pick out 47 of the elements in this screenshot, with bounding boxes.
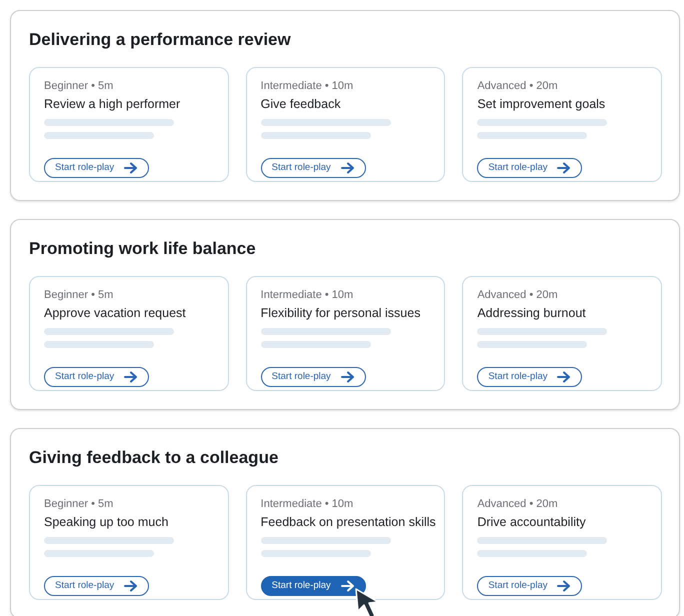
start-role-play-button[interactable]: Start role-play	[260, 576, 366, 596]
level-duration: Intermediate • 10m	[260, 288, 354, 302]
level-duration: Beginner • 5m	[44, 497, 114, 511]
role-play-card[interactable]: Beginner • 5m Review a high performer Start role-play	[29, 67, 229, 182]
start-role-play-button[interactable]: Start role-play	[44, 366, 150, 386]
level-duration: Beginner • 5m	[44, 79, 114, 93]
level-duration: Advanced • 20m	[477, 288, 559, 302]
start-role-play-button[interactable]: Start role-play	[477, 158, 582, 178]
level-duration: Intermediate • 10m	[260, 79, 354, 93]
arrow-right-icon	[340, 370, 355, 382]
card-title: Flexibility for personal issues	[260, 305, 422, 322]
arrow-right-icon	[557, 162, 572, 174]
arrow-right-icon	[340, 162, 355, 174]
start-role-play-button[interactable]: Start role-play	[260, 366, 366, 386]
section-title: Delivering a performance review	[29, 29, 292, 51]
start-role-play-button[interactable]: Start role-play	[260, 158, 366, 178]
card-title: Set improvement goals	[477, 96, 606, 113]
arrow-right-icon	[557, 580, 572, 592]
card-title: Feedback on presentation skills	[260, 514, 436, 531]
level-duration: Beginner • 5m	[44, 288, 114, 302]
role-play-card[interactable]: Advanced • 20m Drive accountability Start role-play	[462, 485, 662, 600]
role-play-card[interactable]: Intermediate • 10m Flexibility for personal issues Start role-play	[246, 276, 446, 391]
start-role-play-button[interactable]: Start role-play	[477, 576, 582, 596]
role-play-card[interactable]: Beginner • 5m Speaking up too much Start role-play	[29, 485, 229, 600]
arrow-right-icon	[557, 370, 572, 382]
section-title: Promoting work life balance	[29, 238, 257, 260]
level-duration: Advanced • 20m	[477, 79, 559, 93]
start-role-play-button[interactable]: Start role-play	[44, 158, 150, 178]
arrow-right-icon	[124, 580, 138, 592]
level-duration: Intermediate • 10m	[260, 497, 354, 511]
arrow-right-icon	[340, 580, 355, 592]
card-title: Approve vacation request	[44, 305, 187, 322]
role-play-card[interactable]: Beginner • 5m Approve vacation request Start role-play	[29, 276, 229, 391]
card-title: Addressing burnout	[477, 305, 587, 322]
start-role-play-button[interactable]: Start role-play	[477, 366, 582, 386]
section-title: Giving feedback to a colleague	[29, 447, 280, 469]
role-play-card[interactable]: Advanced • 20m Addressing burnout Start role-play	[462, 276, 662, 391]
card-title: Speaking up too much	[44, 514, 170, 531]
role-play-card[interactable]: Intermediate • 10m Give feedback Start role-play	[246, 67, 446, 182]
arrow-right-icon	[124, 370, 138, 382]
card-title: Give feedback	[260, 96, 342, 113]
card-title: Drive accountability	[477, 514, 587, 531]
level-duration: Advanced • 20m	[477, 497, 559, 511]
arrow-right-icon	[124, 162, 138, 174]
card-title: Review a high performer	[44, 96, 182, 113]
role-play-card[interactable]: Advanced • 20m Set improvement goals Start role-play	[462, 67, 662, 182]
start-role-play-button[interactable]: Start role-play	[44, 576, 150, 596]
